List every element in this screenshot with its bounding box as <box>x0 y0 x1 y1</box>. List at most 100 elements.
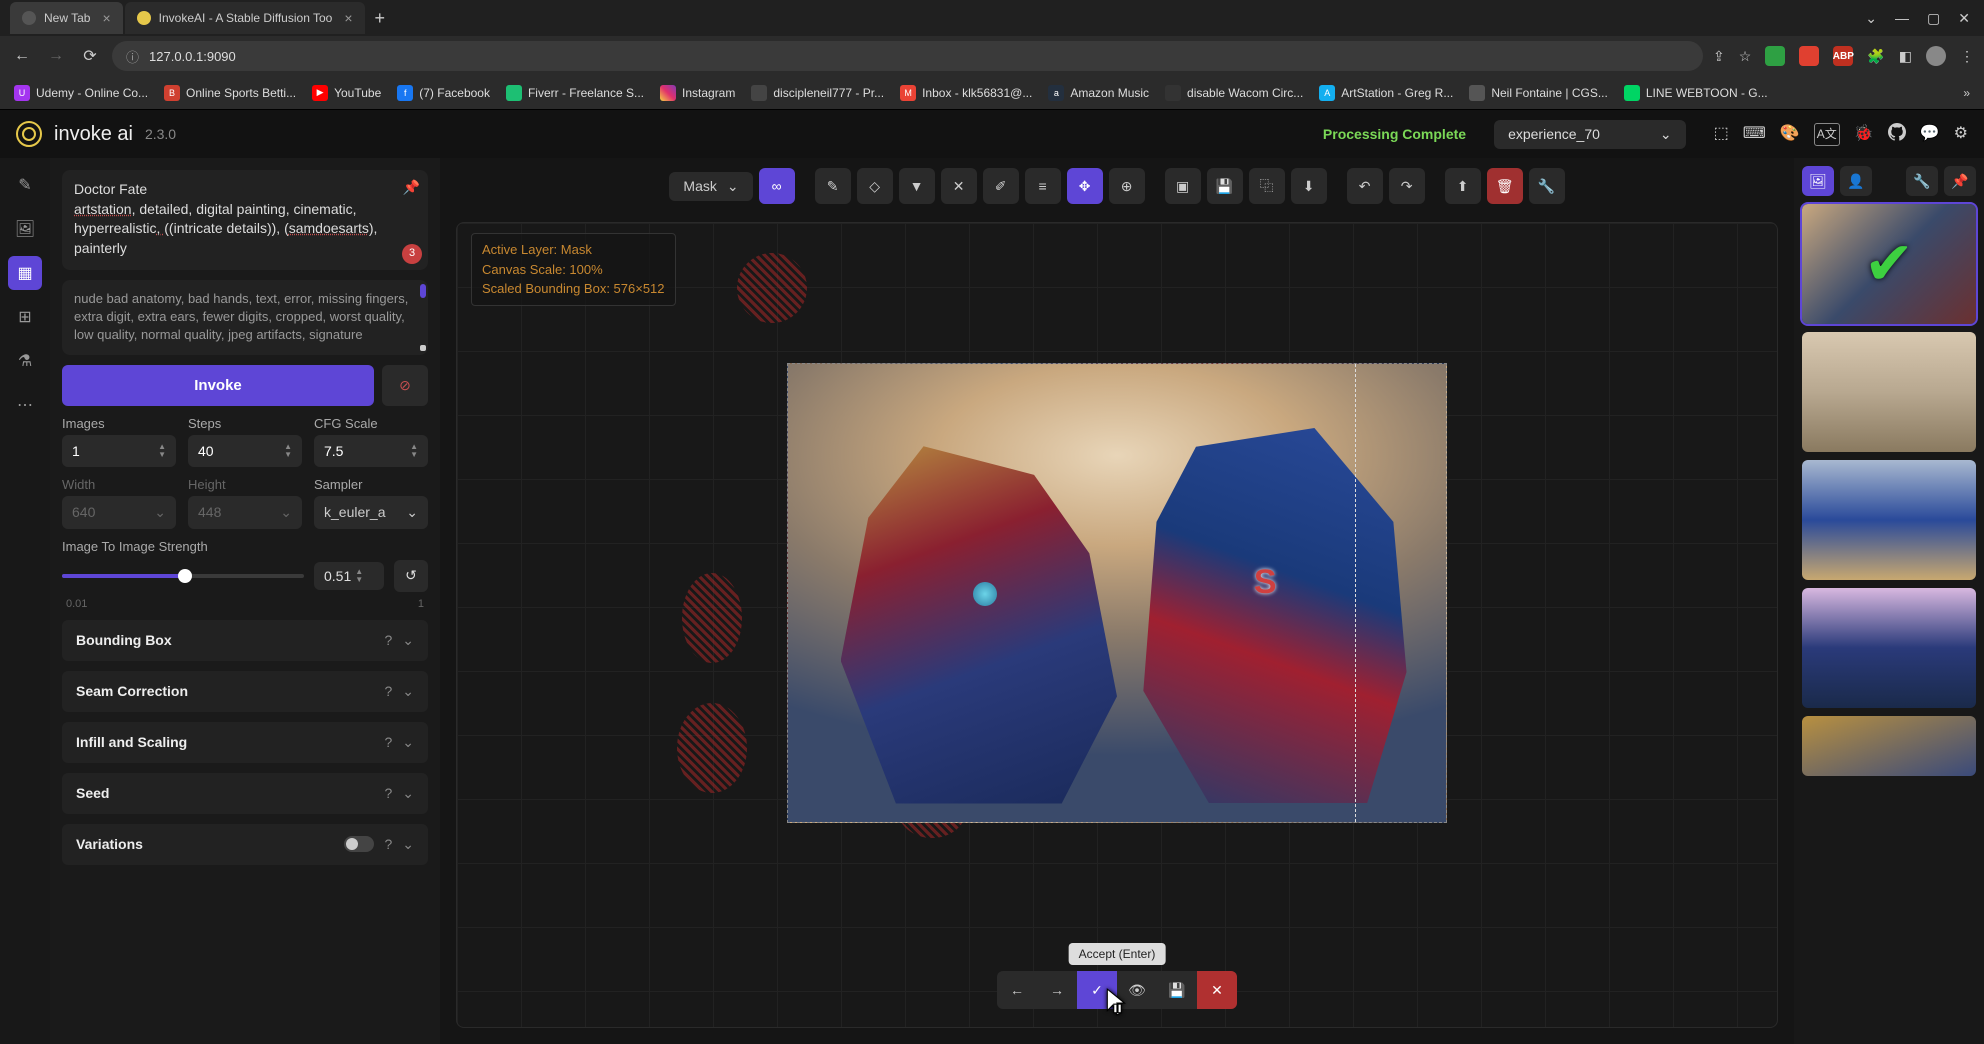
bookmark-item[interactable]: LINE WEBTOON - G... <box>1624 85 1768 101</box>
postprocess-tab[interactable]: ⚗ <box>8 344 42 378</box>
clear-canvas-button[interactable]: 🗑 <box>1487 168 1523 204</box>
staging-discard-button[interactable]: ✕ <box>1197 971 1237 1009</box>
stepper-icon[interactable]: ▲▼ <box>410 443 418 459</box>
layer-select[interactable]: Mask⌄ <box>669 172 752 201</box>
close-icon[interactable]: × <box>344 10 352 26</box>
move-tool[interactable]: ✥ <box>1067 168 1103 204</box>
generated-image[interactable] <box>787 363 1447 823</box>
canvas-settings-button[interactable]: 🔧 <box>1529 168 1565 204</box>
back-button[interactable]: ← <box>10 47 34 65</box>
color-picker-tool[interactable]: ✐ <box>983 168 1019 204</box>
reset-view-button[interactable]: ⊕ <box>1109 168 1145 204</box>
help-icon[interactable]: ? <box>384 785 392 801</box>
bookmark-item[interactable]: aAmazon Music <box>1048 85 1149 101</box>
stepper-icon[interactable]: ▲▼ <box>355 568 363 584</box>
bounding-box-accordion[interactable]: Bounding Box ?⌄ <box>62 620 428 661</box>
reload-button[interactable]: ⟳ <box>78 46 102 66</box>
gallery-thumbnail[interactable] <box>1802 588 1976 708</box>
bookmark-item[interactable]: AArtStation - Greg R... <box>1319 85 1453 101</box>
variations-accordion[interactable]: Variations ?⌄ <box>62 824 428 865</box>
help-icon[interactable]: ? <box>384 734 392 750</box>
canvas-viewport[interactable]: Active Layer: Mask Canvas Scale: 100% Sc… <box>456 222 1778 1028</box>
i2i-value-input[interactable]: 0.51▲▼ <box>314 562 384 590</box>
redo-button[interactable]: ↷ <box>1389 168 1425 204</box>
resize-handle[interactable] <box>420 345 426 351</box>
sidepanel-icon[interactable]: ◧ <box>1899 48 1912 65</box>
brush-options-button[interactable]: ≡ <box>1025 168 1061 204</box>
i2i-slider[interactable] <box>62 574 304 578</box>
negative-prompt-input[interactable]: nude bad anatomy, bad hands, text, error… <box>62 280 428 355</box>
width-select[interactable]: 640⌄ <box>62 496 176 529</box>
gallery-thumbnail[interactable]: ✔ <box>1802 204 1976 324</box>
forward-button[interactable]: → <box>44 47 68 65</box>
url-input[interactable]: ⓘ 127.0.0.1:9090 <box>112 41 1703 71</box>
minimize-icon[interactable]: — <box>1895 10 1909 27</box>
bookmark-item[interactable]: discipleneil777 - Pr... <box>751 85 884 101</box>
cube-icon[interactable]: ⬚ <box>1714 123 1729 146</box>
bookmarks-overflow-icon[interactable]: » <box>1963 86 1970 100</box>
staging-prev-button[interactable]: ← <box>997 971 1037 1009</box>
extension-icon[interactable] <box>1799 46 1819 66</box>
pin-icon[interactable]: 📌 <box>403 178 420 198</box>
height-select[interactable]: 448⌄ <box>188 496 302 529</box>
chevron-down-icon[interactable]: ⌄ <box>1865 10 1877 27</box>
eraser-tool[interactable]: ◇ <box>857 168 893 204</box>
merge-layers-button[interactable]: ▣ <box>1165 168 1201 204</box>
slider-thumb[interactable] <box>178 569 192 583</box>
gallery-thumbnail[interactable] <box>1802 332 1976 452</box>
site-info-icon[interactable]: ⓘ <box>126 47 139 66</box>
cancel-button[interactable]: ⊘ <box>382 365 428 406</box>
bookmark-item[interactable]: BOnline Sports Betti... <box>164 85 296 101</box>
maximize-icon[interactable]: ▢ <box>1927 10 1940 27</box>
close-icon[interactable]: × <box>102 10 110 26</box>
img2img-tab[interactable]: 🖼 <box>8 212 42 246</box>
cfg-input[interactable]: 7.5▲▼ <box>314 435 428 467</box>
scrollbar-thumb[interactable] <box>420 284 426 298</box>
stepper-icon[interactable]: ▲▼ <box>158 443 166 459</box>
help-icon[interactable]: ? <box>384 683 392 699</box>
invoke-button[interactable]: Invoke <box>62 365 374 406</box>
browser-tab[interactable]: InvokeAI - A Stable Diffusion Too × <box>125 2 365 34</box>
upload-button[interactable]: ⬆ <box>1445 168 1481 204</box>
share-icon[interactable]: ⇪ <box>1713 48 1725 65</box>
mask-options-button[interactable]: ∞ <box>759 168 795 204</box>
reset-button[interactable]: ↺ <box>394 560 428 592</box>
bookmark-item[interactable]: Instagram <box>660 85 735 101</box>
seam-correction-accordion[interactable]: Seam Correction ?⌄ <box>62 671 428 712</box>
extension-icon[interactable] <box>1765 46 1785 66</box>
bookmark-item[interactable]: Fiverr - Freelance S... <box>506 85 644 101</box>
images-input[interactable]: 1▲▼ <box>62 435 176 467</box>
download-button[interactable]: ⬇ <box>1291 168 1327 204</box>
settings-gear-icon[interactable]: ⚙ <box>1954 123 1968 146</box>
gallery-images-tab[interactable]: 🖼 <box>1802 166 1834 196</box>
staging-next-button[interactable]: → <box>1037 971 1077 1009</box>
infill-scaling-accordion[interactable]: Infill and Scaling ?⌄ <box>62 722 428 763</box>
palette-icon[interactable]: 🎨 <box>1780 123 1800 146</box>
help-icon[interactable]: ? <box>384 632 392 648</box>
brush-tool[interactable]: ✎ <box>815 168 851 204</box>
bookmark-item[interactable]: ▶YouTube <box>312 85 381 101</box>
bug-icon[interactable]: 🐞 <box>1854 123 1874 146</box>
sampler-select[interactable]: k_euler_a⌄ <box>314 496 428 529</box>
help-icon[interactable]: ? <box>384 836 392 852</box>
keyboard-icon[interactable]: ⌨ <box>1743 123 1766 146</box>
gallery-thumbnail[interactable] <box>1802 460 1976 580</box>
gallery-user-tab[interactable]: 👤 <box>1840 166 1872 196</box>
bookmark-item[interactable]: f(7) Facebook <box>397 85 490 101</box>
bookmark-star-icon[interactable]: ☆ <box>1739 48 1752 65</box>
discord-icon[interactable]: 💬 <box>1920 123 1940 146</box>
variations-toggle[interactable] <box>344 836 374 852</box>
seed-accordion[interactable]: Seed ?⌄ <box>62 773 428 814</box>
bookmark-item[interactable]: disable Wacom Circ... <box>1165 85 1303 101</box>
stepper-icon[interactable]: ▲▼ <box>284 443 292 459</box>
bookmark-item[interactable]: UUdemy - Online Co... <box>14 85 148 101</box>
nodes-tab[interactable]: ⊞ <box>8 300 42 334</box>
txt2img-tab[interactable]: ✎ <box>8 168 42 202</box>
browser-tab[interactable]: New Tab × <box>10 2 123 34</box>
model-select[interactable]: experience_70 ⌄ <box>1494 120 1686 149</box>
gallery-pin-button[interactable]: 📌 <box>1944 166 1976 196</box>
bookmark-item[interactable]: MInbox - klk56831@... <box>900 85 1032 101</box>
browser-menu-icon[interactable]: ⋮ <box>1960 48 1974 65</box>
gallery-thumbnail[interactable] <box>1802 716 1976 776</box>
fill-tool[interactable]: ▼ <box>899 168 935 204</box>
